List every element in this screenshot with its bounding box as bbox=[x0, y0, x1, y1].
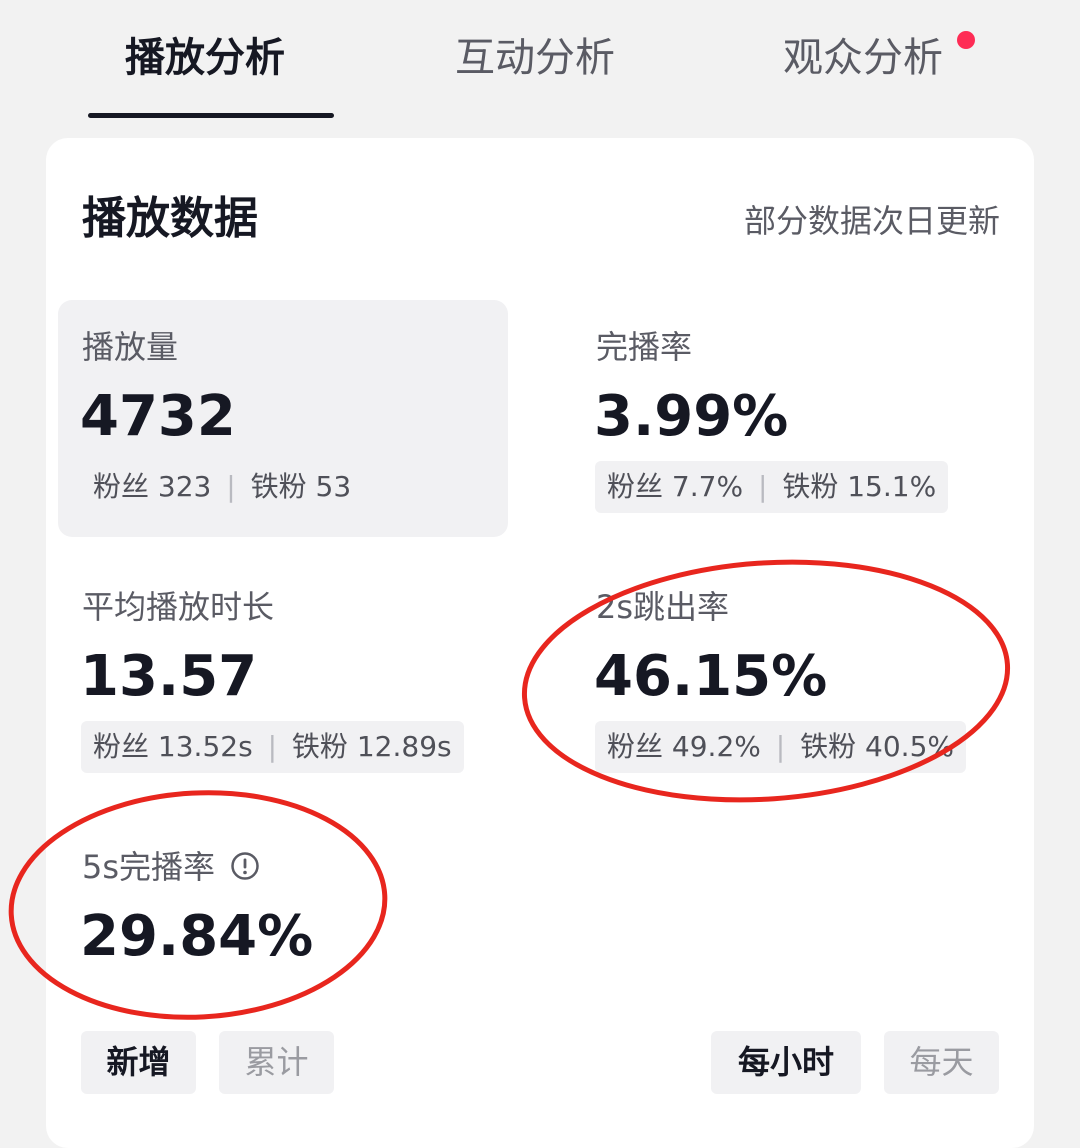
fans-label: 粉丝 bbox=[607, 730, 664, 763]
tab-interaction-analysis[interactable]: 互动分析 bbox=[455, 30, 615, 86]
iron-fans-label: 铁粉 bbox=[250, 470, 307, 503]
metric-plays-breakdown: 粉丝 323 | 铁粉 53 bbox=[81, 461, 364, 513]
fans-value: 49.2% bbox=[671, 730, 761, 763]
fans-value: 7.7% bbox=[671, 470, 744, 503]
metric-5s-completion-label: 5s完播率 bbox=[82, 848, 216, 886]
metric-2s-bounce-label: 2s跳出率 bbox=[596, 588, 730, 626]
iron-fans-label: 铁粉 bbox=[291, 730, 348, 763]
fans-label: 粉丝 bbox=[93, 730, 150, 763]
fans-label: 粉丝 bbox=[607, 470, 664, 503]
info-circle-icon[interactable] bbox=[230, 851, 260, 881]
fans-value: 13.52s bbox=[157, 730, 253, 763]
metric-plays-value: 4732 bbox=[80, 384, 236, 449]
metric-5s-completion-value: 29.84% bbox=[80, 904, 314, 969]
tab-playback-analysis[interactable]: 播放分析 bbox=[125, 30, 285, 86]
metric-completion-label: 完播率 bbox=[596, 328, 693, 366]
card-title: 播放数据 bbox=[82, 193, 258, 244]
fans-label: 粉丝 bbox=[93, 470, 150, 503]
iron-fans-value: 40.5% bbox=[865, 730, 954, 763]
divider: | bbox=[757, 470, 768, 503]
metric-2s-bounce-breakdown: 粉丝 49.2% | 铁粉 40.5% bbox=[595, 721, 966, 773]
granularity-daily-button[interactable]: 每天 bbox=[884, 1031, 999, 1094]
iron-fans-value: 53 bbox=[315, 470, 352, 503]
metric-avg-duration-breakdown: 粉丝 13.52s | 铁粉 12.89s bbox=[81, 721, 464, 773]
notification-dot bbox=[957, 31, 975, 49]
iron-fans-label: 铁粉 bbox=[800, 730, 857, 763]
metric-completion-value: 3.99% bbox=[594, 384, 789, 449]
iron-fans-value: 12.89s bbox=[356, 730, 452, 763]
divider: | bbox=[775, 730, 786, 763]
tab-bar: 播放分析 互动分析 观众分析 bbox=[0, 0, 1080, 120]
metric-avg-duration-label: 平均播放时长 bbox=[82, 588, 275, 626]
update-note: 部分数据次日更新 bbox=[743, 202, 1000, 240]
metric-plays-label: 播放量 bbox=[82, 328, 179, 366]
iron-fans-label: 铁粉 bbox=[782, 470, 839, 503]
filter-cumulative-button[interactable]: 累计 bbox=[219, 1031, 334, 1094]
tab-audience-analysis[interactable]: 观众分析 bbox=[783, 30, 943, 86]
metric-2s-bounce-value: 46.15% bbox=[594, 644, 828, 709]
active-tab-indicator bbox=[88, 113, 334, 118]
metric-avg-duration-value: 13.57 bbox=[80, 644, 258, 709]
iron-fans-value: 15.1% bbox=[847, 470, 937, 503]
playback-data-card bbox=[46, 138, 1034, 1148]
metric-completion-breakdown: 粉丝 7.7% | 铁粉 15.1% bbox=[595, 461, 949, 513]
granularity-hourly-button[interactable]: 每小时 bbox=[711, 1031, 861, 1094]
filter-new-button[interactable]: 新增 bbox=[81, 1031, 196, 1094]
divider: | bbox=[226, 470, 236, 503]
divider: | bbox=[267, 730, 278, 763]
fans-value: 323 bbox=[157, 470, 212, 503]
